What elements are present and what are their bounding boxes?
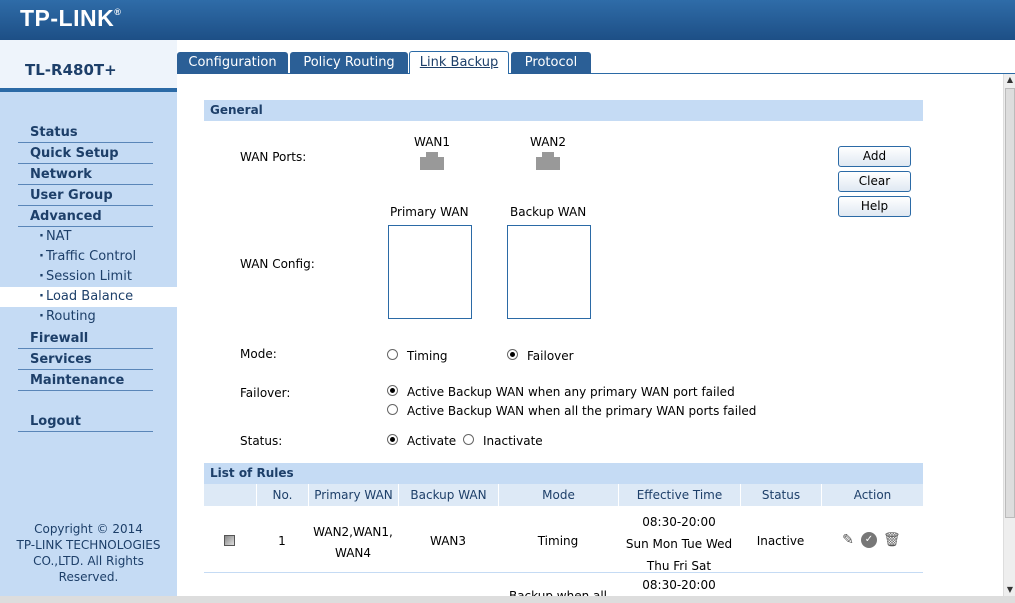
clear-button[interactable]: Clear <box>838 171 911 192</box>
wan1-port-icon[interactable] <box>420 152 444 170</box>
sidebar-item-logout[interactable]: Logout <box>18 411 153 432</box>
row-checkbox[interactable] <box>224 535 235 546</box>
sidebar-subitem-session-limit[interactable]: · Session Limit <box>0 267 177 287</box>
sidebar-subitem-traffic-control[interactable]: · Traffic Control <box>0 247 177 267</box>
main-content: General WAN Ports: WAN1 WAN2 Primary WAN… <box>177 74 1003 603</box>
wan1-label: WAN1 <box>413 135 451 149</box>
sidebar-subitem-load-balance[interactable]: · Load Balance <box>0 287 177 307</box>
sidebar-subitem-nat[interactable]: · NAT <box>0 227 177 247</box>
status-activate-radio[interactable] <box>387 434 398 445</box>
sidebar-item-firewall[interactable]: Firewall <box>18 328 153 349</box>
mode-failover-text: Failover <box>527 349 574 363</box>
model-box: TL-R480T+ <box>0 40 177 92</box>
wan2-label: WAN2 <box>529 135 567 149</box>
backup-wan-box[interactable] <box>507 225 591 319</box>
check-icon[interactable]: ✓ <box>861 532 877 548</box>
wan-config-label: WAN Config: <box>240 257 315 271</box>
row-effective-time-partial: 08:30-20:00 <box>642 578 716 592</box>
col-backup-wan: Backup WAN <box>398 484 498 506</box>
col-select <box>204 484 256 506</box>
row-status: Inactive <box>756 534 805 548</box>
failover-label: Failover: <box>240 386 291 400</box>
scroll-down-icon[interactable]: ▼ <box>1004 584 1015 596</box>
trash-icon[interactable]: 🗑 <box>883 532 901 548</box>
backup-wan-label: Backup WAN <box>510 205 587 219</box>
wan-ports-label: WAN Ports: <box>240 150 307 164</box>
sidebar-item-advanced[interactable]: Advanced <box>18 206 153 227</box>
sidebar-item-user-group[interactable]: User Group <box>18 185 153 206</box>
horizontal-scrollbar[interactable] <box>0 596 1015 603</box>
row-no: 1 <box>278 534 286 548</box>
status-inactivate-radio[interactable] <box>463 434 474 445</box>
sidebar-item-status[interactable]: Status <box>18 122 153 143</box>
col-no: No. <box>256 484 308 506</box>
edit-icon[interactable]: ✎ <box>840 532 856 548</box>
general-section-title: General <box>204 100 923 121</box>
mode-timing-radio[interactable] <box>387 349 398 360</box>
sidebar-item-quick-setup[interactable]: Quick Setup <box>18 143 153 164</box>
scroll-up-icon[interactable]: ▲ <box>1004 74 1015 86</box>
scroll-thumb[interactable] <box>1005 88 1015 518</box>
wan2-port-icon[interactable] <box>536 152 560 170</box>
rules-table-header: No. Primary WAN Backup WAN Mode Effectiv… <box>204 484 923 506</box>
col-effective-time: Effective Time <box>618 484 740 506</box>
col-status: Status <box>740 484 821 506</box>
row-primary-wan: WAN2,WAN1, WAN4 <box>313 525 393 560</box>
tab-policy-routing[interactable]: Policy Routing <box>290 52 408 74</box>
list-of-rules-title: List of Rules <box>204 463 923 484</box>
sidebar-item-services[interactable]: Services <box>18 349 153 370</box>
app-header: TP-LINK® <box>0 0 1015 40</box>
sidebar-item-network[interactable]: Network <box>18 164 153 185</box>
model-name: TL-R480T+ <box>25 61 117 79</box>
tab-configuration[interactable]: Configuration <box>177 52 288 74</box>
tabs-bar: Configuration Policy Routing Link Backup… <box>177 40 1015 75</box>
failover-any-radio[interactable] <box>387 385 398 396</box>
status-inactivate-text: Inactivate <box>483 434 543 448</box>
status-label: Status: <box>240 434 283 448</box>
sidebar-subitem-routing[interactable]: · Routing <box>0 307 177 327</box>
mode-failover-radio[interactable] <box>507 349 518 360</box>
failover-all-radio[interactable] <box>387 404 398 415</box>
col-primary-wan: Primary WAN <box>308 484 398 506</box>
help-button[interactable]: Help <box>838 196 911 217</box>
row-backup-wan: WAN3 <box>429 534 467 548</box>
mode-label: Mode: <box>240 347 277 361</box>
primary-wan-label: Primary WAN <box>390 205 469 219</box>
row-effective-time: 08:30-20:00 Sun Mon Tue Wed Thu Fri Sat <box>625 515 733 573</box>
primary-wan-box[interactable] <box>388 225 472 319</box>
copyright: Copyright © 2014 TP-LINK TECHNOLOGIES CO… <box>16 522 161 584</box>
col-mode: Mode <box>498 484 618 506</box>
tp-link-logo: TP-LINK® <box>20 5 122 31</box>
mode-timing-text: Timing <box>407 349 448 363</box>
tab-link-backup[interactable]: Link Backup <box>409 51 509 75</box>
tab-protocol[interactable]: Protocol <box>511 52 591 74</box>
row-mode: Timing <box>537 534 579 548</box>
sidebar: Status Quick Setup Network User Group Ad… <box>0 92 177 603</box>
failover-any-text: Active Backup WAN when any primary WAN p… <box>407 385 735 399</box>
failover-all-text: Active Backup WAN when all the primary W… <box>407 404 757 418</box>
vertical-scrollbar[interactable]: ▲ ▼ <box>1003 74 1015 596</box>
sidebar-item-maintenance[interactable]: Maintenance <box>18 370 153 391</box>
add-button[interactable]: Add <box>838 146 911 167</box>
col-action: Action <box>821 484 923 506</box>
status-activate-text: Activate <box>407 434 457 448</box>
table-row: 1 WAN2,WAN1, WAN4 WAN3 Timing 08:30-20:0… <box>204 506 923 573</box>
